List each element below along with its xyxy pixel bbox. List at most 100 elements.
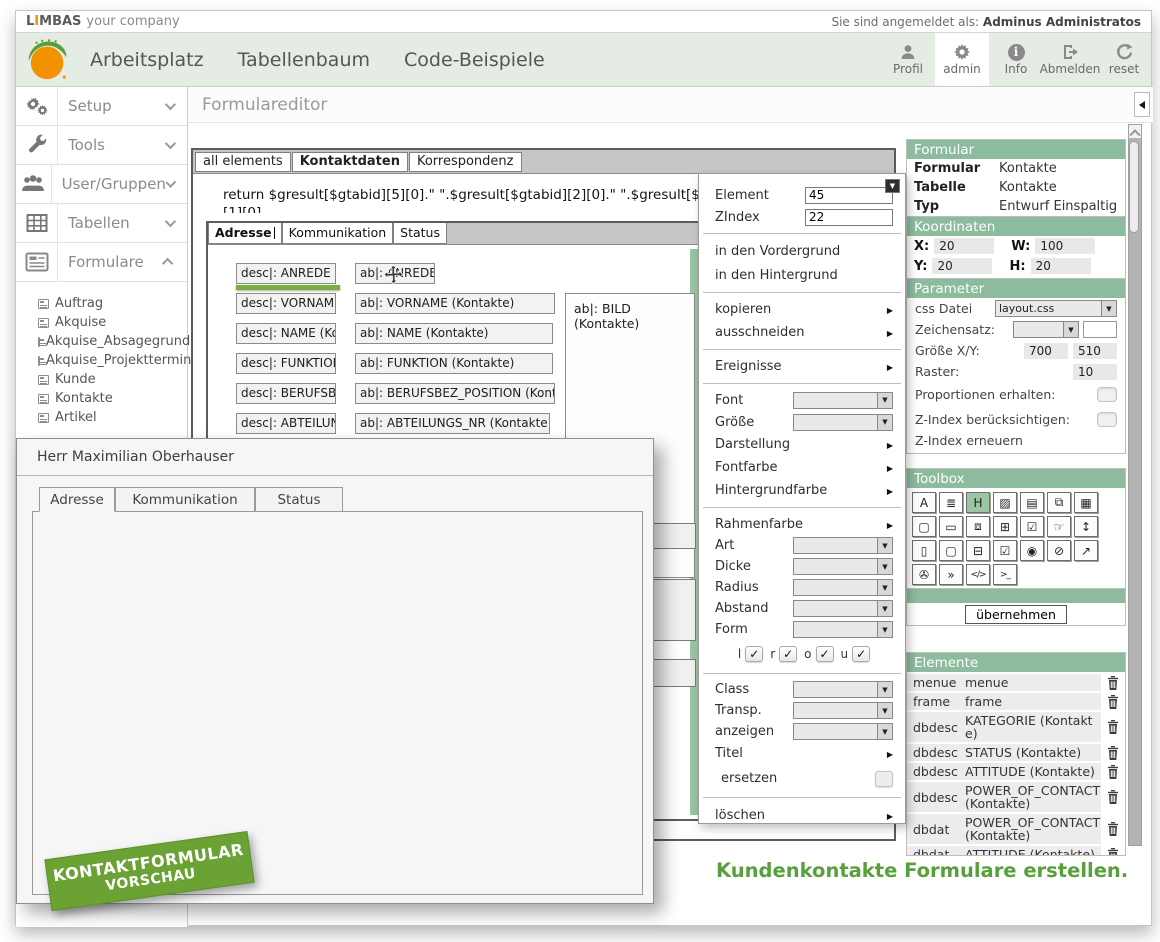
element-row-attitude[interactable]: dbdescATTITUDE (Kontakte) bbox=[907, 763, 1125, 780]
toolbox-image-icon[interactable]: ▨ bbox=[993, 492, 1017, 513]
tab-kontaktdaten[interactable]: Kontaktdaten bbox=[292, 152, 408, 172]
dialog-tab-status[interactable]: Status bbox=[255, 487, 343, 512]
element-row-status[interactable]: dbdescSTATUS (Kontakte) bbox=[907, 744, 1125, 761]
radius-dropdown[interactable] bbox=[793, 579, 893, 596]
form-list-item-auftrag[interactable]: Auftrag bbox=[38, 294, 187, 313]
sidebar-item-user-gruppen[interactable]: User/Gruppen bbox=[16, 165, 187, 204]
element-desc-funktion[interactable]: desc|: FUNKTION bbox=[236, 353, 336, 374]
toolbox-text-icon[interactable]: A bbox=[912, 492, 936, 513]
y-value[interactable]: 20 bbox=[932, 258, 992, 274]
element-desc-name[interactable]: desc|: NAME (Ko bbox=[236, 323, 336, 344]
canvas-tab-status[interactable]: Status bbox=[393, 223, 447, 244]
toolbox-folder-icon[interactable]: ▭ bbox=[939, 516, 963, 537]
element-row-power-of-contact-desc[interactable]: dbdescPOWER_OF_CONTACT (Kontakte) bbox=[907, 782, 1125, 812]
raster-value[interactable]: 10 bbox=[1073, 364, 1117, 380]
toolbox-group-inner-icon[interactable]: ⊞ bbox=[993, 516, 1017, 537]
toolbox-code-icon[interactable]: </> bbox=[966, 564, 990, 585]
menu-item-vordergrund[interactable]: in den Vordergrund bbox=[699, 239, 905, 263]
abstand-dropdown[interactable] bbox=[793, 600, 893, 617]
trash-icon[interactable] bbox=[1101, 814, 1125, 844]
profile-button[interactable]: Profil bbox=[881, 33, 935, 86]
trash-icon[interactable] bbox=[1101, 763, 1125, 780]
tab-all-elements[interactable]: all elements bbox=[195, 152, 291, 172]
zindex-input[interactable] bbox=[805, 209, 893, 226]
form-list-item-kunde[interactable]: Kunde bbox=[38, 370, 187, 389]
element-desc-vorname[interactable]: desc|: VORNAME bbox=[236, 293, 336, 314]
element-row-power-of-contact-dat[interactable]: dbdatPOWER_OF_CONTACT (Kontakte) bbox=[907, 814, 1125, 844]
trash-icon[interactable] bbox=[1101, 846, 1125, 856]
form-list-item-akquise[interactable]: Akquise bbox=[38, 313, 187, 332]
sidebar-item-tools[interactable]: Tools bbox=[16, 126, 187, 165]
menu-item-rahmenfarbe[interactable]: Rahmenfarbe bbox=[699, 513, 905, 535]
trash-icon[interactable] bbox=[1101, 674, 1125, 691]
transp-dropdown[interactable] bbox=[793, 702, 893, 719]
menu-item-ereignisse[interactable]: Ereignisse bbox=[699, 355, 905, 378]
element-row-kategorie[interactable]: dbdescKATEGORIE (Kontakte) bbox=[907, 712, 1125, 742]
toolbox-form-icon[interactable]: ▤ bbox=[1020, 492, 1044, 513]
menu-item-darstellung[interactable]: Darstellung bbox=[699, 433, 905, 456]
form-list-item-akquise-absagegrund[interactable]: Akquise_Absagegrund bbox=[38, 332, 187, 351]
element-ab-berufsbez[interactable]: ab|: BERUFSBEZ_POSITION (Kont bbox=[355, 383, 555, 404]
dialog-tab-adresse[interactable]: Adresse bbox=[39, 487, 115, 512]
element-ab-name[interactable]: ab|: NAME (Kontakte) bbox=[355, 323, 553, 344]
tab-korrespondenz[interactable]: Korrespondenz bbox=[409, 152, 522, 172]
size-dropdown[interactable] bbox=[793, 414, 893, 431]
x-value[interactable]: 20 bbox=[934, 238, 994, 254]
element-ab-funktion[interactable]: ab|: FUNKTION (Kontakte) bbox=[355, 353, 553, 374]
border-top-checkbox[interactable] bbox=[816, 646, 834, 662]
element-desc-anrede[interactable]: desc|: ANREDE ( bbox=[236, 263, 336, 284]
font-dropdown[interactable] bbox=[793, 392, 893, 409]
groesse-y-value[interactable]: 510 bbox=[1073, 343, 1117, 359]
collapse-panel-button[interactable] bbox=[1134, 92, 1150, 117]
border-left-checkbox[interactable] bbox=[745, 646, 763, 662]
admin-button[interactable]: admin bbox=[935, 33, 989, 86]
form-dropdown[interactable] bbox=[793, 621, 893, 638]
border-bottom-checkbox[interactable] bbox=[852, 646, 870, 662]
anzeigen-dropdown[interactable] bbox=[793, 723, 893, 740]
form-list-item-artikel[interactable]: Artikel bbox=[38, 408, 187, 427]
menu-item-hintergrundfarbe[interactable]: Hintergrundfarbe bbox=[699, 479, 905, 502]
form-list-item-kontakte[interactable]: Kontakte bbox=[38, 389, 187, 408]
toolbox-hand-icon[interactable]: ☞ bbox=[1047, 516, 1071, 537]
nav-tabellenbaum[interactable]: Tabellenbaum bbox=[238, 49, 370, 71]
proportionen-checkbox[interactable] bbox=[1097, 387, 1117, 402]
zeichensatz-dropdown[interactable] bbox=[1013, 321, 1079, 338]
toolbox-frame-icon[interactable]: ▢ bbox=[912, 516, 936, 537]
dialog-tab-kommunikation[interactable]: Kommunikation bbox=[115, 487, 255, 512]
element-ab-abteilung[interactable]: ab|: ABTEILUNGS_NR (Kontakte) bbox=[355, 413, 550, 434]
groesse-x-value[interactable]: 700 bbox=[1024, 343, 1068, 359]
reset-button[interactable]: reset bbox=[1097, 33, 1151, 86]
trash-icon[interactable] bbox=[1101, 693, 1125, 710]
ersetzen-checkbox[interactable] bbox=[875, 771, 893, 787]
scrollbar-thumb[interactable] bbox=[1129, 141, 1139, 233]
scroll-up-icon[interactable] bbox=[1129, 125, 1141, 138]
toolbox-rectangle-icon[interactable]: ▢ bbox=[939, 540, 963, 561]
zindex-beruecksichtigen-checkbox[interactable] bbox=[1097, 412, 1117, 427]
toolbox-hidden-icon[interactable]: ⊘ bbox=[1047, 540, 1071, 561]
element-row-attitude-dat[interactable]: dbdatATTITUDE (Kontakte) bbox=[907, 846, 1125, 856]
sidebar-item-formulare[interactable]: Formulare bbox=[16, 243, 187, 282]
menu-item-loeschen[interactable]: löschen bbox=[699, 803, 905, 824]
menu-item-ausschneiden[interactable]: ausschneiden bbox=[699, 321, 905, 344]
class-dropdown[interactable] bbox=[793, 681, 893, 698]
toolbox-calendar-icon[interactable]: ▦ bbox=[1074, 492, 1098, 513]
zeichensatz-input[interactable] bbox=[1083, 321, 1117, 338]
element-desc-abteilung[interactable]: desc|: ABTEILUN bbox=[236, 413, 336, 434]
border-right-checkbox[interactable] bbox=[779, 646, 797, 662]
menu-item-titel[interactable]: Titel bbox=[699, 742, 905, 765]
toolbox-skip-icon[interactable]: » bbox=[939, 564, 963, 585]
canvas-tab-adresse[interactable]: Adresse bbox=[208, 223, 282, 244]
menu-item-kopieren[interactable]: kopieren bbox=[699, 298, 905, 321]
element-desc-berufsbez[interactable]: desc|: BERUFSBE bbox=[236, 383, 336, 404]
form-list-item-akquise-projekttermin[interactable]: Akquise_Projekttermin bbox=[38, 351, 187, 370]
toolbox-radio-icon[interactable]: ◉ bbox=[1020, 540, 1044, 561]
nav-code-beispiele[interactable]: Code-Beispiele bbox=[404, 49, 545, 71]
menu-collapse-icon[interactable] bbox=[885, 179, 900, 193]
zindex-erneuern-link[interactable]: Z-Index erneuern bbox=[907, 432, 1125, 453]
element-row-menue[interactable]: menuemenue bbox=[907, 674, 1125, 691]
toolbox-database-icon[interactable]: ≣ bbox=[939, 492, 963, 513]
canvas-tab-kommunikation[interactable]: Kommunikation bbox=[282, 223, 394, 244]
info-button[interactable]: i Info bbox=[989, 33, 1043, 86]
toolbox-checkbox-icon[interactable]: ☑ bbox=[993, 540, 1017, 561]
element-row-frame[interactable]: frameframe bbox=[907, 693, 1125, 710]
